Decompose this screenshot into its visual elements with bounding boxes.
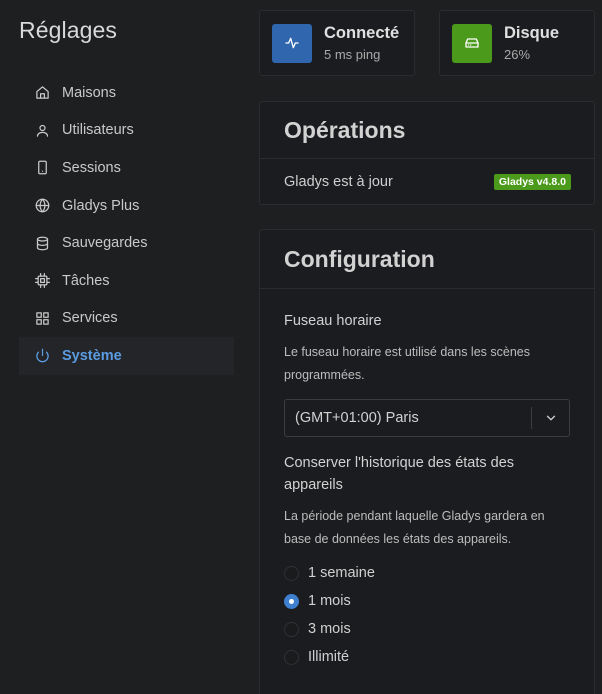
user-icon xyxy=(34,122,50,138)
smartphone-icon xyxy=(34,160,50,176)
sidebar-item-label: Sessions xyxy=(62,159,121,176)
sidebar-item-systeme[interactable]: Système xyxy=(19,337,234,375)
sidebar-item-label: Système xyxy=(62,347,122,364)
history-help: La période pendant laquelle Gladys garde… xyxy=(284,509,545,546)
sidebar-item-taches[interactable]: Tâches xyxy=(19,262,234,300)
sidebar-item-label: Utilisateurs xyxy=(62,122,134,139)
sidebar-item-sauvegardes[interactable]: Sauvegardes xyxy=(19,224,234,262)
timezone-select[interactable]: (GMT+01:00) Paris xyxy=(284,399,570,437)
sidebar-title: Réglages xyxy=(19,17,117,43)
grid-icon xyxy=(34,310,50,326)
activity-icon xyxy=(272,23,312,63)
history-label: Conserver l'historique des états des app… xyxy=(284,455,515,493)
disk-usage: 26% xyxy=(504,47,531,62)
radio-label: 1 mois xyxy=(308,593,351,609)
sidebar: Réglages Maisons Utilisateurs Sessions G… xyxy=(0,0,245,694)
sidebar-item-services[interactable]: Services xyxy=(19,300,234,338)
radio-button[interactable] xyxy=(284,565,299,581)
sidebar-item-label: Services xyxy=(62,310,118,327)
timezone-help: Le fuseau horaire est utilisé dans les s… xyxy=(284,345,530,382)
history-option-unlimited[interactable]: Illimité xyxy=(284,643,563,671)
version-badge: Gladys v4.8.0 xyxy=(493,174,571,190)
sidebar-nav: Maisons Utilisateurs Sessions Gladys Plu… xyxy=(19,74,234,375)
disk-stat-card: Disque 26% xyxy=(439,10,595,76)
sidebar-item-sessions[interactable]: Sessions xyxy=(19,149,234,187)
history-option-1-month[interactable]: 1 mois xyxy=(284,587,563,615)
hard-drive-icon xyxy=(452,23,492,63)
timezone-value: (GMT+01:00) Paris xyxy=(295,410,419,426)
configuration-card: Configuration Fuseau horaire Le fuseau h… xyxy=(259,229,595,694)
sidebar-item-gladys-plus[interactable]: Gladys Plus xyxy=(19,187,234,225)
timezone-label: Fuseau horaire xyxy=(284,313,382,329)
sidebar-item-label: Gladys Plus xyxy=(62,197,140,214)
chevron-down-icon[interactable] xyxy=(531,407,569,429)
cpu-icon xyxy=(34,273,50,289)
radio-label: Illimité xyxy=(308,649,350,665)
database-icon xyxy=(34,235,50,251)
connection-stat-card: Connecté 5 ms ping xyxy=(259,10,415,76)
history-radio-group: 1 semaine 1 mois 3 mois Illimité xyxy=(284,559,563,671)
connection-status: Connecté xyxy=(324,24,400,42)
operations-card: Opérations Gladys est à jour Gladys v4.8… xyxy=(259,101,595,205)
radio-button[interactable] xyxy=(284,649,299,665)
radio-button[interactable] xyxy=(284,621,299,637)
operations-title: Opérations xyxy=(260,102,594,159)
power-icon xyxy=(34,348,50,364)
radio-button-checked[interactable] xyxy=(284,593,299,609)
update-status-row: Gladys est à jour Gladys v4.8.0 xyxy=(260,159,594,205)
sidebar-item-label: Tâches xyxy=(62,272,110,289)
sidebar-item-utilisateurs[interactable]: Utilisateurs xyxy=(19,112,234,150)
configuration-title: Configuration xyxy=(260,230,594,289)
home-icon xyxy=(34,85,50,101)
update-status-text: Gladys est à jour xyxy=(284,174,393,190)
radio-label: 1 semaine xyxy=(308,565,375,581)
globe-icon xyxy=(34,198,50,214)
radio-label: 3 mois xyxy=(308,621,351,637)
sidebar-item-label: Maisons xyxy=(62,84,116,101)
disk-title: Disque xyxy=(504,24,560,42)
sidebar-item-label: Sauvegardes xyxy=(62,235,148,252)
history-option-3-months[interactable]: 3 mois xyxy=(284,615,563,643)
ping-value: 5 ms ping xyxy=(324,47,381,62)
sidebar-item-maisons[interactable]: Maisons xyxy=(19,74,234,112)
history-option-1-week[interactable]: 1 semaine xyxy=(284,559,563,587)
